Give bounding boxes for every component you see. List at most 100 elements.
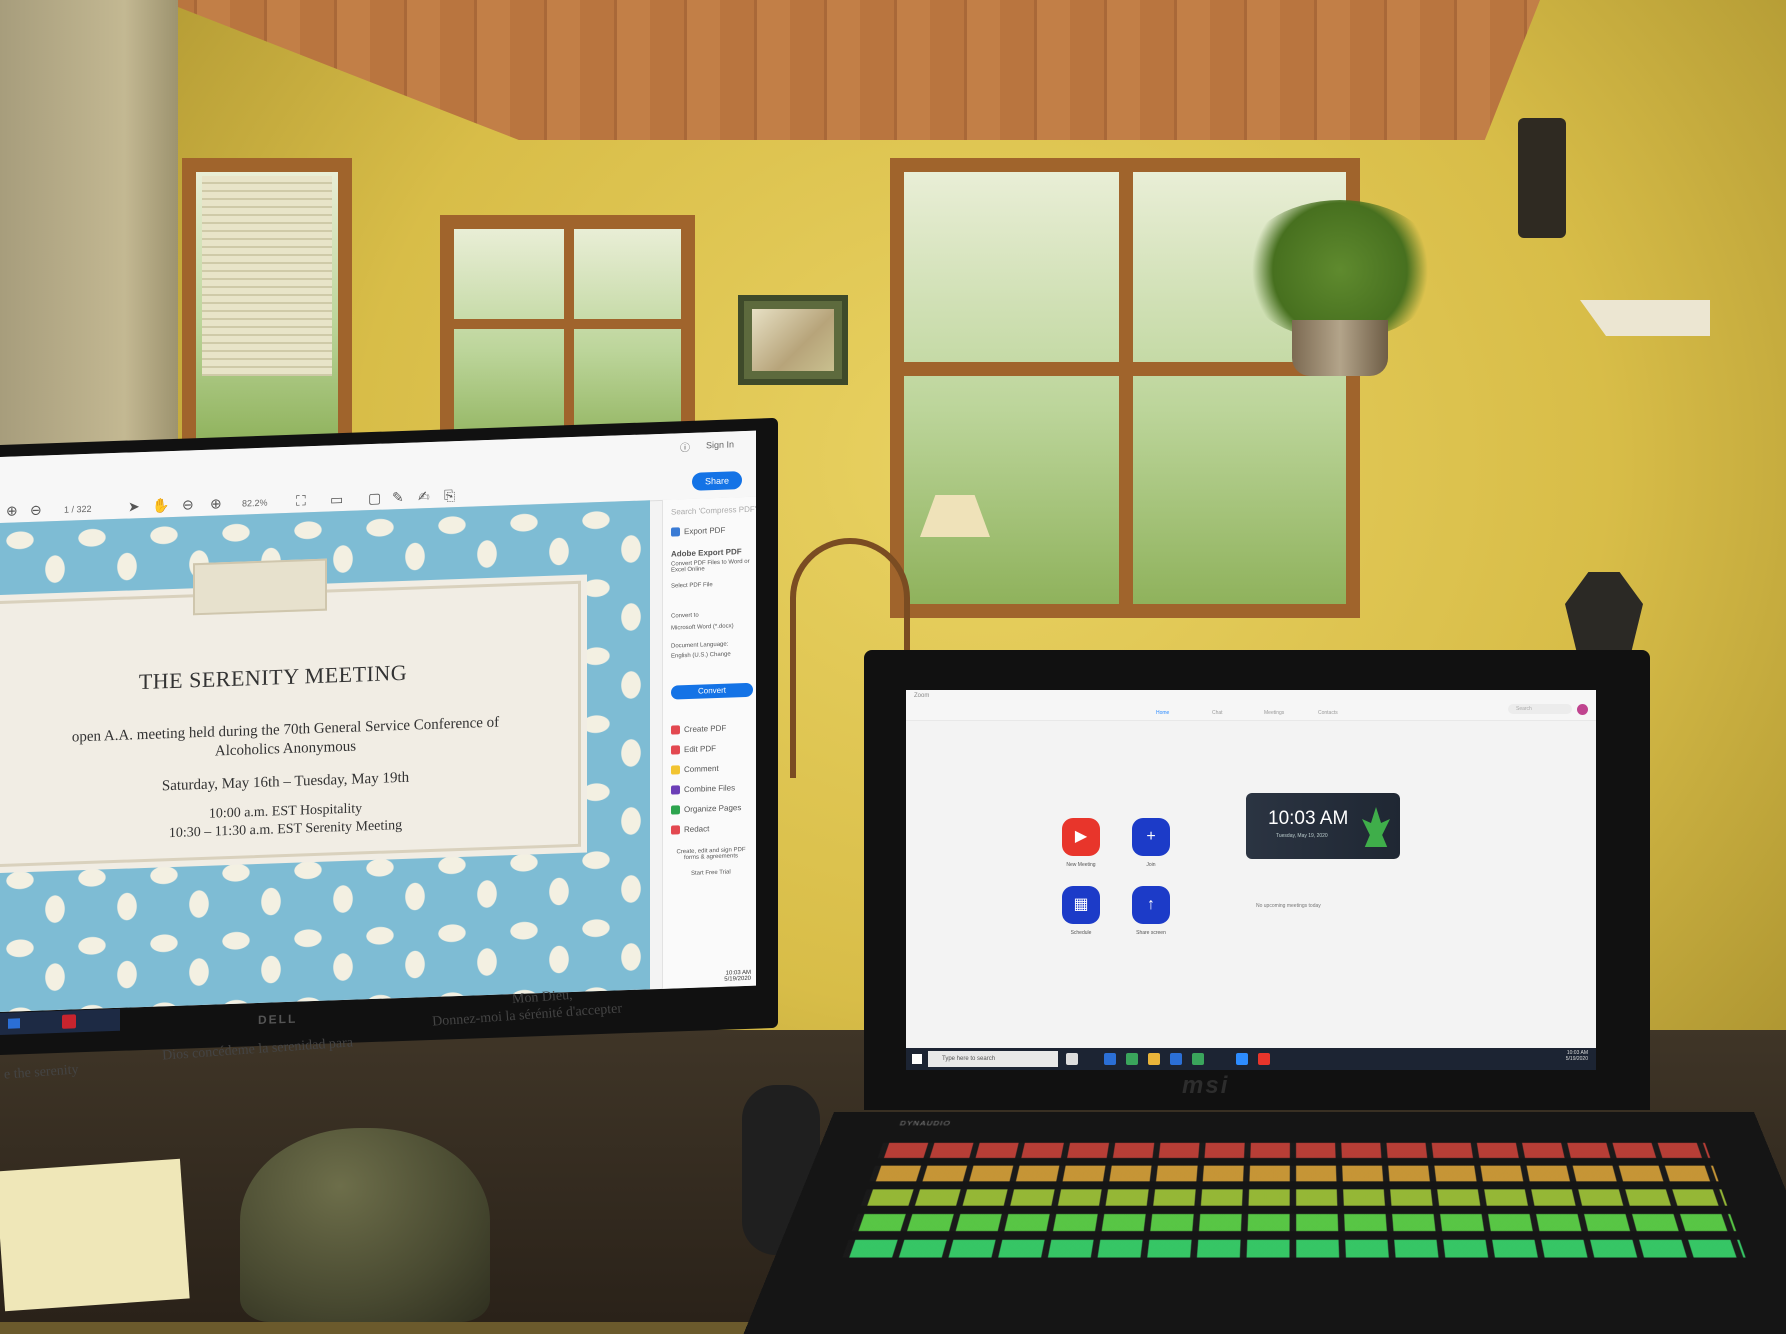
zoom-titlebar: Zoom Home Chat Meetings Contacts Search [906,690,1596,721]
system-tray-clock: 10:03 AM 5/19/2020 [1565,1050,1588,1062]
tool-redact[interactable]: Redact [671,824,709,835]
framed-picture [738,295,848,385]
download-icon[interactable]: ⊖ [30,502,42,519]
combine-icon [671,785,680,795]
zoom-in-icon[interactable]: ⊕ [210,495,222,512]
chrome-icon[interactable] [1126,1053,1138,1065]
coffee-mug [240,1128,490,1322]
zoom-search-input[interactable]: Search [1508,704,1572,714]
highlight-icon[interactable]: ▭ [330,491,343,508]
hanging-plant [1240,200,1440,340]
comment-icon[interactable]: ▢ [368,490,381,507]
pointer-icon[interactable]: ➤ [128,498,140,515]
clock-time: 10:03 AM [1268,808,1349,829]
tool-export-pdf[interactable]: Export PDF [671,526,725,537]
sign-icon[interactable]: ✍ [418,488,430,505]
adobe-export-heading: Adobe Export PDF [671,547,742,559]
plant-pot [1292,320,1388,376]
tab-contacts[interactable]: Contacts [1318,710,1338,716]
card-tab [193,558,327,616]
convert-to-label: Convert to [671,612,699,620]
convert-description: Convert PDF Files to Word or Excel Onlin… [671,558,750,574]
organize-icon [671,805,680,815]
acrobat-window: ⊕ ⊖ 1 / 322 ➤ ✋ ⊖ ⊕ 82.2% ⛶ ▭ ▢ ✎ ✍ ⎘ ⓘ … [0,430,756,1013]
room-pillar [0,0,178,460]
acrobat-taskbar-icon[interactable] [1258,1053,1270,1065]
edge-icon[interactable] [1104,1053,1116,1065]
taskbar-search-input[interactable]: Type here to search [928,1051,1058,1067]
zoom-app-name: Zoom [914,693,930,699]
plant-illustration-icon [1362,807,1390,847]
keyboard: DYNAUDIO [743,1112,1786,1334]
document-title: THE SERENITY MEETING [138,659,408,695]
page-indicator[interactable]: 1 / 322 [64,504,92,515]
tool-create-pdf[interactable]: Create PDF [671,724,726,735]
new-meeting-button[interactable]: ▶ [1062,818,1100,856]
share-button[interactable]: Share [692,471,742,491]
key-row [842,1239,1746,1258]
redact-icon [671,825,680,835]
language-value[interactable]: English (U.S.) Change [671,651,731,659]
convert-button[interactable]: Convert [671,682,753,700]
mail-icon[interactable] [1170,1053,1182,1065]
wall-lantern [1518,118,1566,238]
windows-start-icon[interactable] [912,1054,922,1064]
tab-chat[interactable]: Chat [1212,710,1223,716]
join-button[interactable]: + [1132,818,1170,856]
tab-meetings[interactable]: Meetings [1264,710,1284,716]
calendar-icon: ▦ [1073,896,1089,913]
key-row [860,1189,1728,1206]
taskbar-clock: 10:03 AM 5/19/2020 [724,969,751,983]
promo-text: Create, edit and sign PDF forms & agreem… [676,846,746,862]
download-icon[interactable]: ⊕ [6,502,18,519]
plus-icon: + [1146,828,1156,845]
stamp-icon[interactable]: ⎘ [444,487,455,504]
tool-organize[interactable]: Organize Pages [671,803,741,815]
tool-combine[interactable]: Combine Files [671,783,735,795]
share-screen-button[interactable]: ↑ [1132,886,1170,924]
key-row [877,1142,1711,1158]
excel-icon[interactable] [1192,1053,1204,1065]
tab-home[interactable]: Home [1156,710,1169,716]
zoom-window: Zoom Home Chat Meetings Contacts Search … [906,690,1596,1070]
key-row [851,1214,1737,1232]
handwritten-note [0,1158,190,1312]
create-pdf-icon [671,725,680,735]
video-camera-icon: ▶ [1074,828,1088,845]
pen-icon[interactable]: ✎ [392,489,404,506]
cortana-icon[interactable] [1066,1053,1078,1065]
hand-icon[interactable]: ✋ [152,497,169,515]
zoom-level[interactable]: 82.2% [242,498,268,509]
invitation-card: THE SERENITY MEETING open A.A. meeting h… [0,558,581,868]
avatar[interactable] [1577,704,1588,715]
document-dates: Saturday, May 16th – Tuesday, May 19th [161,769,410,795]
dell-logo: DELL [258,1011,298,1027]
monitor-left: ⊕ ⊖ 1 / 322 ➤ ✋ ⊖ ⊕ 82.2% ⛶ ▭ ▢ ✎ ✍ ⎘ ⓘ … [0,417,778,1055]
dynaudio-logo: DYNAUDIO [898,1119,953,1128]
select-file-label: Select PDF File [671,582,713,590]
export-pdf-icon [671,527,680,537]
share-screen-label: Share screen [1136,930,1166,936]
laptop: Zoom Home Chat Meetings Contacts Search … [864,650,1650,1110]
no-meetings-text: No upcoming meetings today [1256,903,1321,909]
sign-in-link[interactable]: Sign In [706,439,734,450]
tool-comment[interactable]: Comment [671,764,719,775]
zoom-out-icon[interactable]: ⊖ [182,496,194,513]
window-left [182,158,352,458]
pdf-page[interactable]: THE SERENITY MEETING open A.A. meeting h… [0,500,650,1012]
free-trial-link[interactable]: Start Free Trial [691,869,731,876]
schedule-button[interactable]: ▦ [1062,886,1100,924]
edit-pdf-icon [671,745,680,755]
language-label: Document Language: [671,641,729,650]
tools-search[interactable]: Search 'Compress PDF' [671,505,756,517]
zoom-taskbar-icon[interactable] [1236,1053,1248,1065]
join-label: Join [1146,862,1156,868]
explorer-icon[interactable] [1148,1053,1160,1065]
windows-taskbar: Type here to search 10:03 AM 5/19/2020 [906,1048,1596,1070]
clock-card: 10:03 AM Tuesday, May 19, 2020 [1246,793,1400,859]
comment-icon [671,765,680,775]
tool-edit-pdf[interactable]: Edit PDF [671,744,716,755]
help-icon[interactable]: ⓘ [680,439,690,454]
format-select[interactable]: Microsoft Word (*.docx) [671,623,734,631]
select-icon[interactable]: ⛶ [296,492,306,509]
